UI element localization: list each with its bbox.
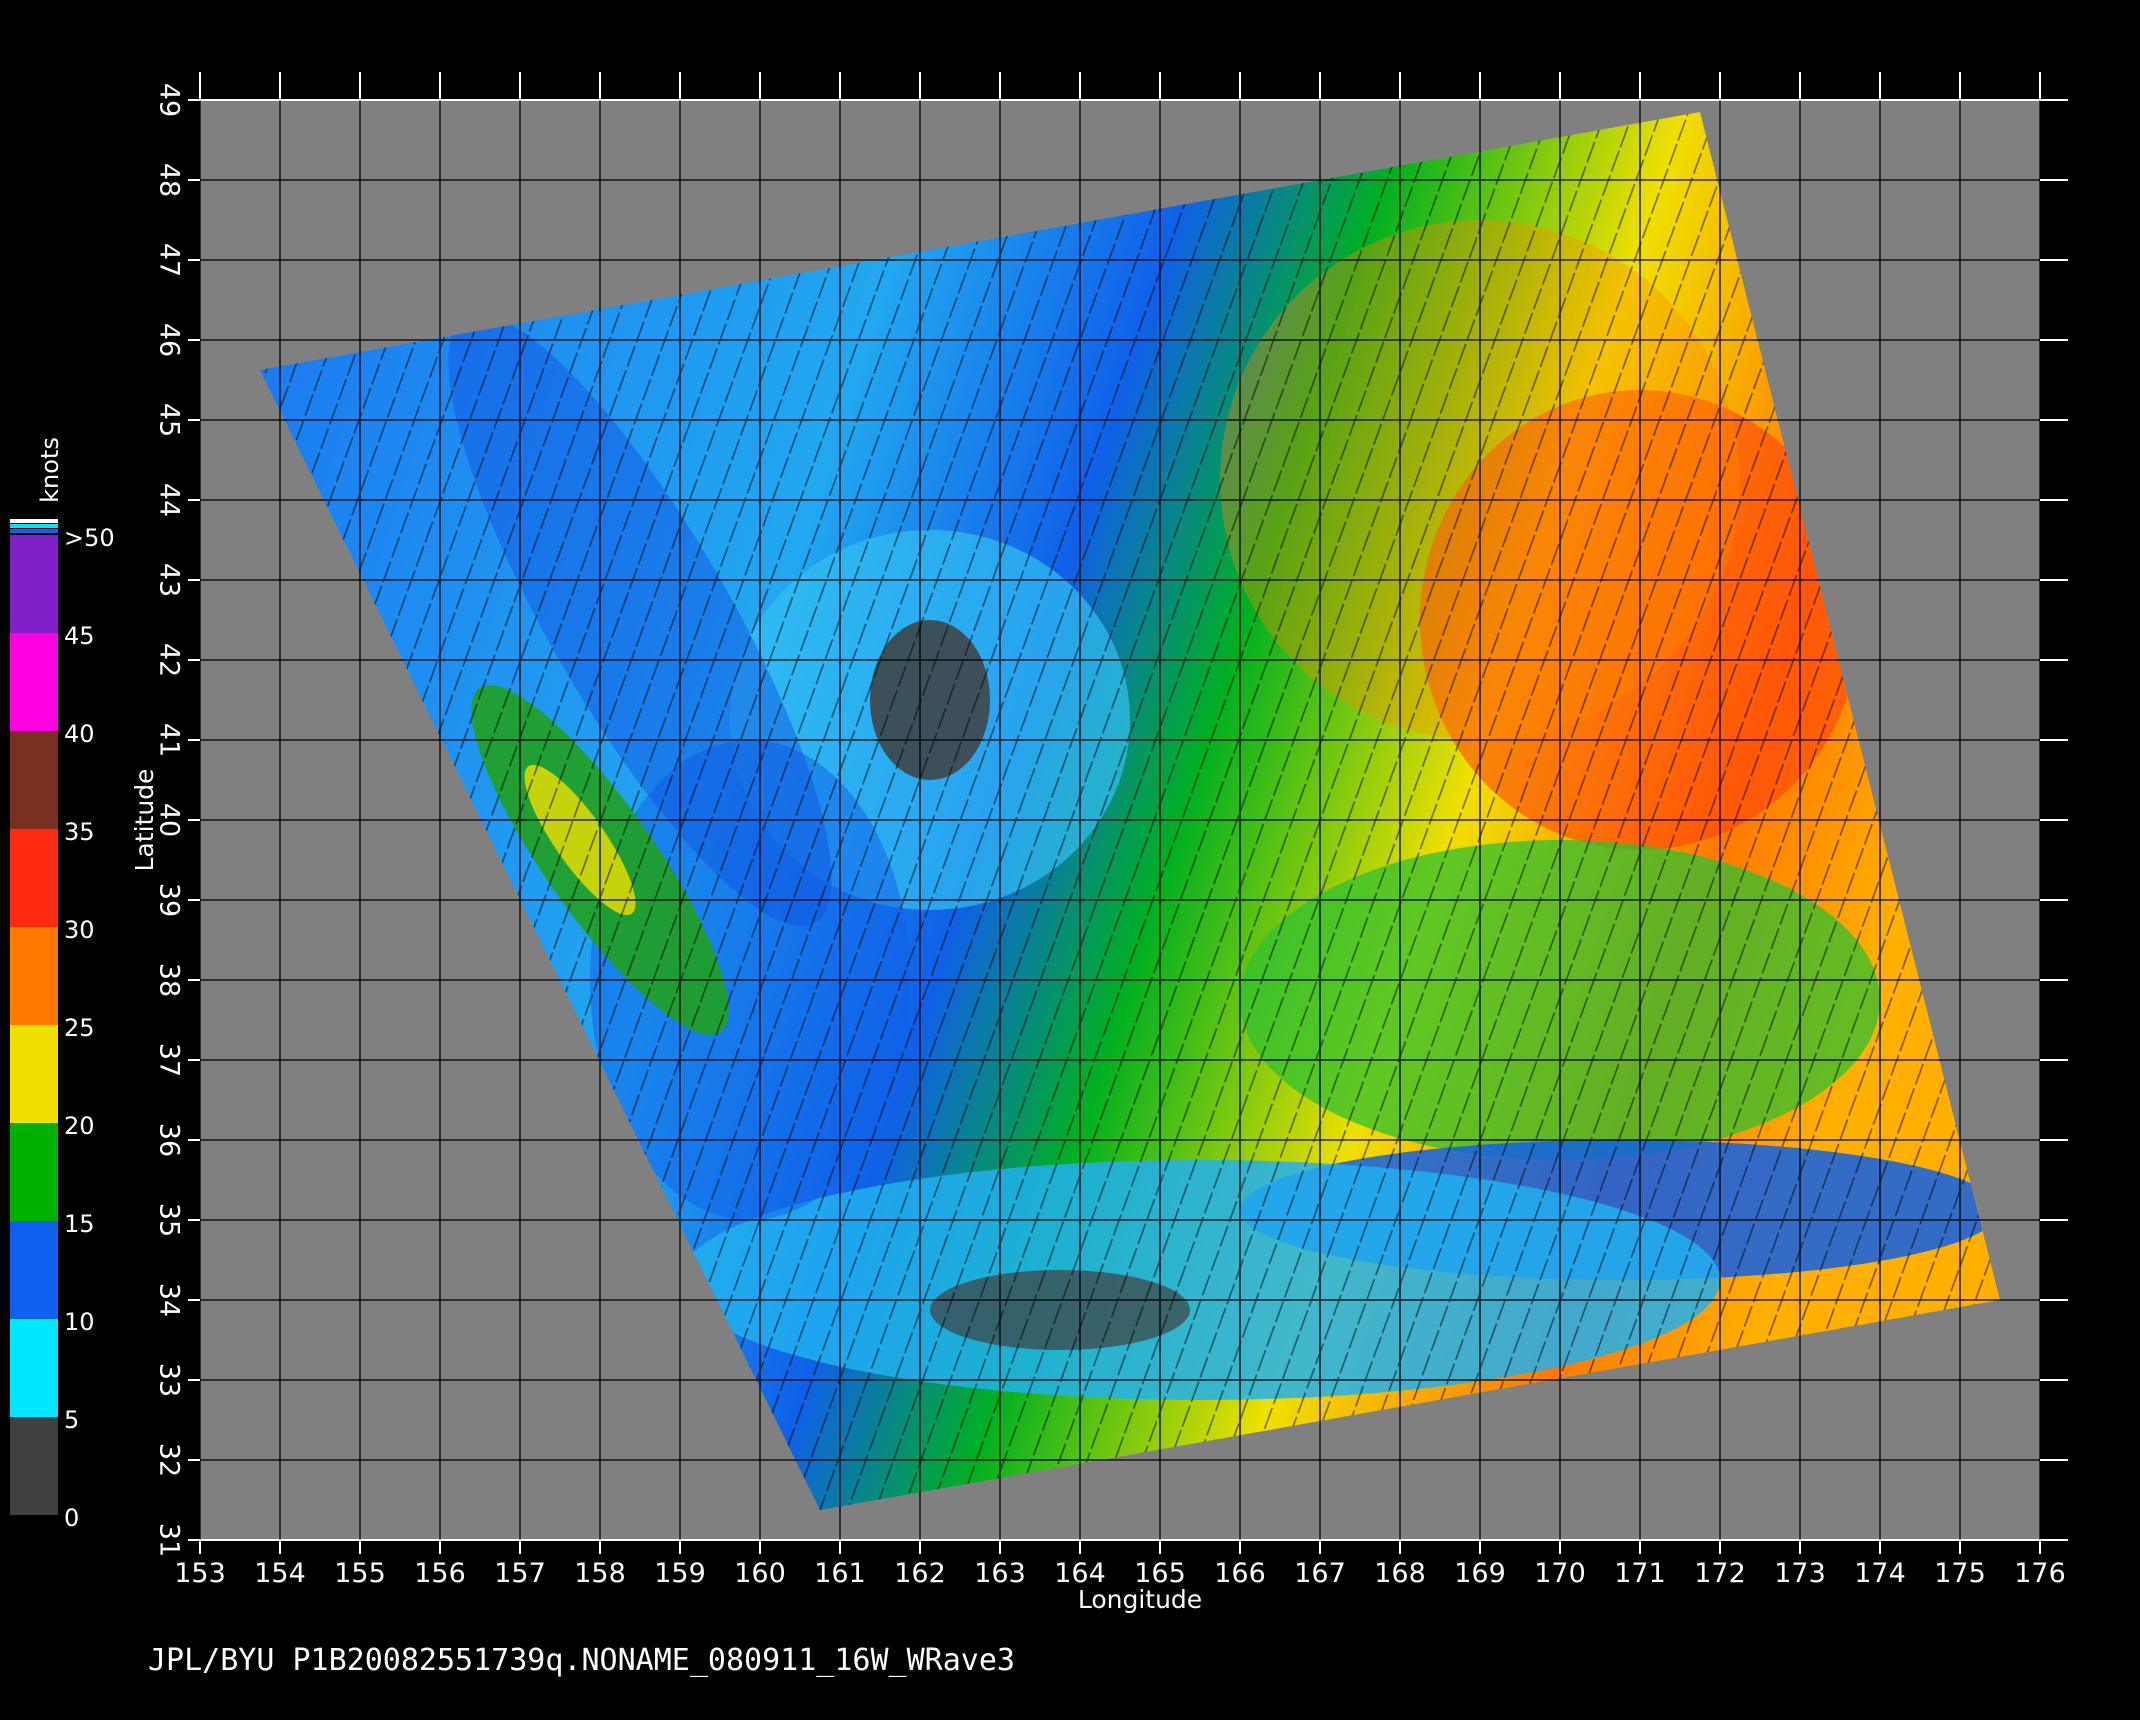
x-tick-label: 170 [1534, 1558, 1586, 1589]
colorbar-label: 35 [64, 818, 95, 846]
colorbar-label: >50 [64, 524, 115, 552]
colorbar-labels: 0 5 10 15 20 25 30 35 40 45 >50 [64, 524, 115, 1532]
colorbar-cap [10, 529, 58, 533]
x-tick-label: 160 [734, 1558, 786, 1589]
x-tick-label: 173 [1774, 1558, 1826, 1589]
x-tick-label: 162 [894, 1558, 946, 1589]
colorbar-band [10, 1221, 58, 1319]
y-tick-label: 39 [154, 883, 185, 917]
x-axis-label: Longitude [1078, 1585, 1202, 1614]
y-tick-label: 46 [154, 323, 185, 357]
y-tick-label: 35 [154, 1203, 185, 1237]
colorbar-label: 30 [64, 916, 95, 944]
x-tick-label: 166 [1214, 1558, 1266, 1589]
wind-map: 153 154 155 156 157 158 159 160 161 162 163 164 165 1… [10, 72, 2068, 1614]
x-tick-label: 168 [1374, 1558, 1426, 1589]
x-tick-label: 155 [334, 1558, 386, 1589]
colorbar-band [10, 829, 58, 927]
x-tick-label: 154 [254, 1558, 306, 1589]
x-tick-label: 175 [1934, 1558, 1986, 1589]
colorbar-label: 25 [64, 1014, 95, 1042]
x-tick-label: 157 [494, 1558, 546, 1589]
y-tick-label: 38 [154, 963, 185, 997]
colorbar-band [10, 1417, 58, 1515]
colorbar-band [10, 633, 58, 731]
y-tick-label: 37 [154, 1043, 185, 1077]
y-tick-label: 32 [154, 1443, 185, 1477]
colorbar-cap [10, 519, 58, 523]
colorbar-cap [10, 524, 58, 528]
x-tick-label: 159 [654, 1558, 706, 1589]
y-tick-label: 41 [154, 723, 185, 757]
colorbar-band [10, 1319, 58, 1417]
y-tick-label: 44 [154, 483, 185, 517]
x-tick-label: 158 [574, 1558, 626, 1589]
colorbar-band [10, 535, 58, 633]
y-tick-label: 33 [154, 1363, 185, 1397]
y-tick-label: 31 [154, 1523, 185, 1557]
y-tick-label: 45 [154, 403, 185, 437]
x-tick-label: 171 [1614, 1558, 1666, 1589]
colorbar-label: 5 [64, 1406, 79, 1434]
colorbar-band [10, 731, 58, 829]
colorbar-label: 20 [64, 1112, 95, 1140]
y-tick-label: 42 [154, 643, 185, 677]
x-tick-label: 163 [974, 1558, 1026, 1589]
colorbar-label: 15 [64, 1210, 95, 1238]
x-tick-label: 161 [814, 1558, 866, 1589]
x-tick-label: 174 [1854, 1558, 1906, 1589]
colorbar-band [10, 927, 58, 1025]
y-tick-label: 36 [154, 1123, 185, 1157]
x-tick-label: 172 [1694, 1558, 1746, 1589]
wind-speed-colorbar [10, 519, 58, 1515]
x-tick-label: 176 [2014, 1558, 2066, 1589]
colorbar-label: 40 [64, 720, 95, 748]
x-tick-label: 167 [1294, 1558, 1346, 1589]
colorbar-label: 10 [64, 1308, 95, 1336]
colorbar-label: 45 [64, 622, 95, 650]
x-tick-label: 169 [1454, 1558, 1506, 1589]
y-axis-label: Latitude [130, 769, 159, 872]
y-tick-label: 34 [154, 1283, 185, 1317]
x-tick-label: 153 [174, 1558, 226, 1589]
y-tick-label: 47 [154, 243, 185, 277]
x-tick-label: 156 [414, 1558, 466, 1589]
y-tick-label: 48 [154, 163, 185, 197]
colorbar-title: knots [36, 437, 64, 503]
y-tick-label: 43 [154, 563, 185, 597]
colorbar-label: 0 [64, 1504, 79, 1532]
y-tick-label: 49 [154, 83, 185, 117]
colorbar-band [10, 1123, 58, 1221]
colorbar-band [10, 1025, 58, 1123]
image-caption: JPL/BYU P1B20082551739q.NONAME_080911_16… [148, 1643, 1015, 1678]
